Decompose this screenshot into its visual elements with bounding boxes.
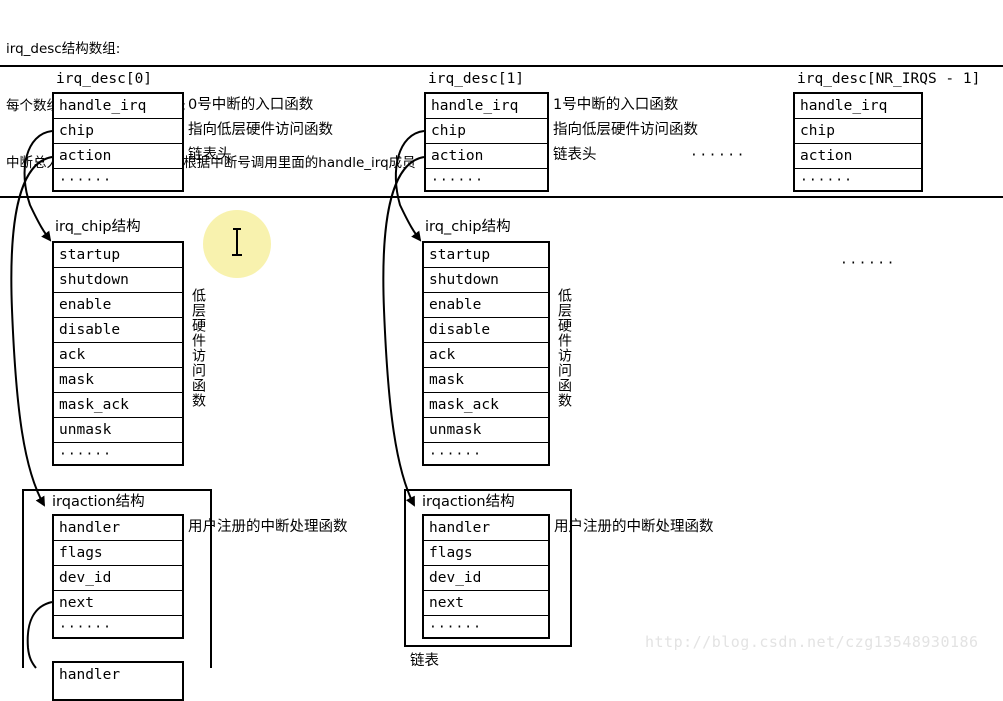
irq-desc-band-ellipsis: ······ xyxy=(690,148,746,163)
irq-desc-0-note-0: 0号中断的入口函数 xyxy=(188,97,314,113)
field-enable: enable xyxy=(424,293,548,318)
field-mask-ack: mask_ack xyxy=(424,393,548,418)
field-ellipsis: ······ xyxy=(429,447,482,462)
text-ibeam-cursor[interactable] xyxy=(229,228,245,258)
field-disable: disable xyxy=(54,318,182,343)
field-ellipsis: ······ xyxy=(800,173,853,188)
band-top-rule xyxy=(0,65,1003,67)
field-ellipsis: ······ xyxy=(59,620,112,635)
field-shutdown: shutdown xyxy=(54,268,182,293)
field-startup: startup xyxy=(54,243,182,268)
field-chip: chip xyxy=(795,119,921,144)
irq-desc-0-caption: irq_desc[0] xyxy=(56,71,153,87)
field-handle-irq: handle_irq xyxy=(426,94,547,119)
field-ellipsis: ······ xyxy=(431,173,484,188)
irqaction-left-next-struct-clipped: handler xyxy=(52,661,184,701)
irq-desc-0-struct: handle_irq chip action ······ xyxy=(52,92,184,192)
field-dev-id: dev_id xyxy=(54,566,182,591)
irq-chip-right-struct: startup shutdown enable disable ack mask… xyxy=(422,241,550,466)
field-handler: handler xyxy=(54,516,182,541)
irq-desc-last-struct: handle_irq chip action ······ xyxy=(793,92,923,192)
diagram-canvas: irq_desc结构数组: 每个数组项用来描述一个中断; 中断总入口函数asm_… xyxy=(0,0,1003,701)
field-handle-irq: handle_irq xyxy=(54,94,182,119)
irq-chip-left-caption: irq_chip结构 xyxy=(55,219,141,235)
irq-desc-0-note-2: 链表头 xyxy=(188,147,232,163)
field-ellipsis: ······ xyxy=(59,447,112,462)
irq-chip-right-caption: irq_chip结构 xyxy=(425,219,511,235)
irq-desc-1-caption: irq_desc[1] xyxy=(428,71,525,87)
irqaction-left-struct: handler flags dev_id next ······ xyxy=(52,514,184,639)
field-ellipsis: ······ xyxy=(429,620,482,635)
field-disable: disable xyxy=(424,318,548,343)
field-unmask: unmask xyxy=(54,418,182,443)
watermark: http://blog.csdn.net/czg13548930186 xyxy=(645,633,979,651)
field-handler: handler xyxy=(424,516,548,541)
field-mask: mask xyxy=(424,368,548,393)
field-flags: flags xyxy=(54,541,182,566)
field-chip: chip xyxy=(54,119,182,144)
field-next: next xyxy=(424,591,548,616)
field-ack: ack xyxy=(54,343,182,368)
field-ellipsis: ······ xyxy=(59,173,112,188)
irqaction-left-caption: irqaction结构 xyxy=(52,494,145,510)
irq-desc-1-note-0: 1号中断的入口函数 xyxy=(553,97,679,113)
field-action: action xyxy=(426,144,547,169)
header-line-1: irq_desc结构数组: xyxy=(6,41,121,57)
irq-chip-left-side-label: 低层硬件访问函数 xyxy=(190,288,206,408)
field-ack: ack xyxy=(424,343,548,368)
field-shutdown: shutdown xyxy=(424,268,548,293)
field-chip: chip xyxy=(426,119,547,144)
irqaction-right-caption: irqaction结构 xyxy=(422,494,515,510)
irq-desc-1-note-1: 指向低层硬件访问函数 xyxy=(553,122,698,138)
irqaction-left-note: 用户注册的中断处理函数 xyxy=(188,519,348,535)
field-flags: flags xyxy=(424,541,548,566)
irq-desc-0-note-1: 指向低层硬件访问函数 xyxy=(188,122,333,138)
field-mask-ack: mask_ack xyxy=(54,393,182,418)
band-bottom-rule xyxy=(0,196,1003,198)
field-action: action xyxy=(795,144,921,169)
irq-desc-last-caption: irq_desc[NR_IRQS - 1] xyxy=(797,71,981,87)
field-startup: startup xyxy=(424,243,548,268)
field-action: action xyxy=(54,144,182,169)
field-handler: handler xyxy=(59,667,121,683)
field-next: next xyxy=(54,591,182,616)
irq-chip-left-struct: startup shutdown enable disable ack mask… xyxy=(52,241,184,466)
field-enable: enable xyxy=(54,293,182,318)
irq-chip-row-ellipsis: ······ xyxy=(840,256,896,271)
field-dev-id: dev_id xyxy=(424,566,548,591)
field-unmask: unmask xyxy=(424,418,548,443)
field-handle-irq: handle_irq xyxy=(795,94,921,119)
irqaction-right-struct: handler flags dev_id next ······ xyxy=(422,514,550,639)
irqaction-right-list-label: 链表 xyxy=(410,653,439,669)
field-mask: mask xyxy=(54,368,182,393)
irqaction-right-note: 用户注册的中断处理函数 xyxy=(554,519,714,535)
irq-chip-right-side-label: 低层硬件访问函数 xyxy=(556,288,572,408)
irq-desc-1-struct: handle_irq chip action ······ xyxy=(424,92,549,192)
irq-desc-1-note-2: 链表头 xyxy=(553,147,597,163)
